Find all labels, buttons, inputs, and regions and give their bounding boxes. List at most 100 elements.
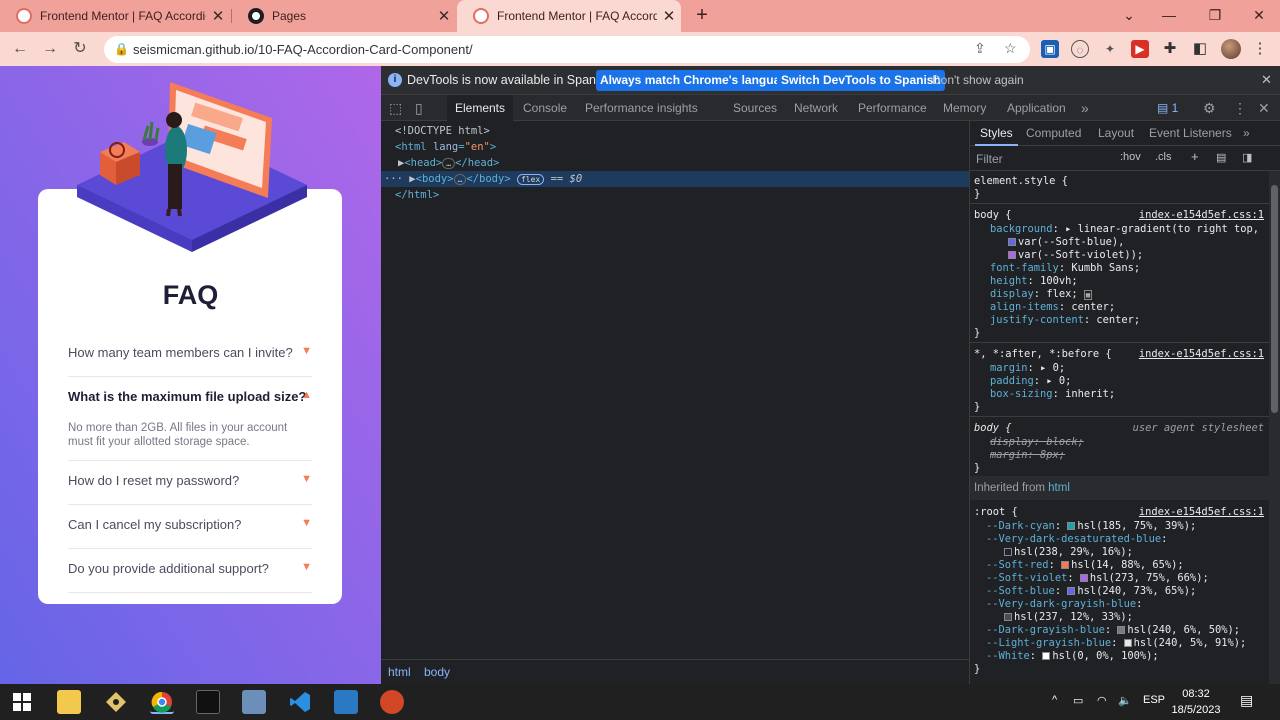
new-tab-icon[interactable]: + <box>690 4 714 28</box>
sidebar-toggle-icon[interactable]: ◨ <box>1242 151 1252 164</box>
browser-tab-active[interactable]: Frontend Mentor | FAQ Accordion Card ✕ <box>457 0 681 32</box>
faq-question-open[interactable]: What is the maximum file upload size? ▲ <box>68 389 312 404</box>
filter-input[interactable]: Filter <box>976 152 1003 166</box>
tab-styles[interactable]: Styles <box>975 121 1018 146</box>
css-variable[interactable]: --Dark-cyan: hsl(185, 75%, 39%); <box>986 520 1196 533</box>
minimize-icon[interactable]: — <box>1149 0 1189 32</box>
tab-elements[interactable]: Elements <box>447 95 513 121</box>
more-tabs-icon[interactable]: » <box>1081 95 1089 121</box>
breadcrumb-body[interactable]: body <box>424 665 450 679</box>
share-icon[interactable]: ⇪ <box>974 40 986 57</box>
browser-tab[interactable]: Frontend Mentor | FAQ Accordion Card ✕ <box>0 0 230 32</box>
css-declaration-overridden[interactable]: display: block; <box>990 436 1084 449</box>
volume-icon[interactable]: 🔈 <box>1118 694 1132 707</box>
more-tabs-icon[interactable]: » <box>1243 121 1250 146</box>
address-bar[interactable]: 🔒 seismicman.github.io/10-FAQ-Accordion-… <box>104 36 1030 63</box>
paint-icon[interactable]: ▤ <box>1216 151 1226 164</box>
css-variable[interactable]: --Soft-red: hsl(14, 88%, 65%); <box>986 559 1184 572</box>
close-tab-icon[interactable]: ✕ <box>657 7 681 25</box>
tab-performance[interactable]: Performance <box>858 95 927 121</box>
issues-badge[interactable]: ▤ 1 <box>1157 95 1178 121</box>
chrome-icon[interactable] <box>150 690 174 714</box>
dom-node-html[interactable]: <html lang="en"> <box>381 139 969 155</box>
tab-sources[interactable]: Sources <box>733 95 777 121</box>
extension-icon[interactable]: ▶ <box>1131 40 1149 58</box>
tab-performance-insights[interactable]: Performance insights <box>585 95 698 121</box>
bookmark-star-icon[interactable]: ☆ <box>1004 40 1017 57</box>
css-declaration[interactable]: align-items: center; <box>990 301 1115 314</box>
calculator-icon[interactable] <box>242 690 266 714</box>
dom-node-body-selected[interactable]: ··· ▶<body>… </body> flex == $0 <box>381 171 969 187</box>
css-declaration[interactable]: display: flex; ▦ <box>990 288 1093 301</box>
restore-icon[interactable]: ❐ <box>1195 0 1235 32</box>
file-explorer-icon[interactable] <box>57 690 81 714</box>
css-declaration[interactable]: background: ▸ linear-gradient(to right t… <box>990 223 1259 236</box>
git-icon[interactable] <box>104 690 128 714</box>
chevron-up-icon[interactable]: ^ <box>1052 694 1057 706</box>
faq-question[interactable]: Do you provide additional support? ▼ <box>68 561 312 576</box>
settings-gear-icon[interactable]: ⚙ <box>1203 95 1216 121</box>
css-declaration[interactable]: height: 100vh; <box>990 275 1078 288</box>
flex-badge[interactable]: flex <box>516 174 545 185</box>
close-infobar-icon[interactable]: ✕ <box>1261 72 1272 88</box>
inspect-element-icon[interactable]: ⬚ <box>389 95 402 121</box>
vscode-icon[interactable] <box>288 690 312 714</box>
css-variable[interactable]: --Very-dark-grayish-blue: <box>986 598 1142 611</box>
css-declaration[interactable]: box-sizing: inherit; <box>990 388 1115 401</box>
windows-start-icon[interactable] <box>10 690 34 714</box>
tab-memory[interactable]: Memory <box>943 95 986 121</box>
tab-search-chevron-icon[interactable]: ⌄ <box>1109 0 1149 32</box>
dom-node-doctype[interactable]: <!DOCTYPE html> <box>381 123 969 139</box>
customize-kebab-icon[interactable]: ⋮ <box>1233 95 1247 121</box>
tab-event-listeners[interactable]: Event Listeners <box>1149 121 1232 146</box>
extension-icon[interactable]: ▣ <box>1041 40 1059 58</box>
hover-state-toggle[interactable]: :hov <box>1120 151 1141 163</box>
close-window-icon[interactable]: ✕ <box>1239 0 1279 32</box>
battery-icon[interactable]: ▭ <box>1073 694 1083 707</box>
terminal-icon[interactable] <box>196 690 220 714</box>
source-link[interactable]: index-e154d5ef.css:1 <box>1139 209 1264 221</box>
side-panel-icon[interactable]: ◧ <box>1191 40 1209 58</box>
back-icon[interactable]: ← <box>8 37 32 61</box>
css-declaration[interactable]: padding: ▸ 0; <box>990 375 1071 388</box>
class-toggle[interactable]: .cls <box>1155 151 1172 163</box>
css-variable[interactable]: --Dark-grayish-blue: hsl(240, 6%, 50%); <box>986 624 1240 637</box>
css-variable[interactable]: --Soft-violet: hsl(273, 75%, 66%); <box>986 572 1209 585</box>
dom-node-head[interactable]: ▶<head>… </head> <box>381 155 969 171</box>
flex-editor-icon[interactable]: ▦ <box>1083 290 1093 300</box>
css-declaration[interactable]: margin: ▸ 0; <box>990 362 1065 375</box>
puzzle-extensions-icon[interactable]: ✚ <box>1161 40 1179 58</box>
powerpoint-icon[interactable] <box>380 690 404 714</box>
browser-tab[interactable]: Pages ✕ <box>232 0 456 32</box>
tab-console[interactable]: Console <box>523 95 567 121</box>
new-rule-icon[interactable]: + <box>1191 149 1199 164</box>
match-language-button[interactable]: Always match Chrome's language <box>596 70 799 91</box>
source-link[interactable]: index-e154d5ef.css:1 <box>1139 506 1264 518</box>
device-toolbar-icon[interactable]: ▯ <box>415 95 423 121</box>
close-tab-icon[interactable]: ✕ <box>432 7 456 25</box>
css-declaration[interactable]: justify-content: center; <box>990 314 1140 327</box>
scrollbar-thumb[interactable] <box>1271 185 1278 413</box>
wifi-icon[interactable]: ◠ <box>1097 694 1107 707</box>
css-declaration[interactable]: font-family: Kumbh Sans; <box>990 262 1140 275</box>
tab-network[interactable]: Network <box>794 95 838 121</box>
language-indicator[interactable]: ESP <box>1143 694 1165 706</box>
faq-question[interactable]: Can I cancel my subscription? ▼ <box>68 517 312 532</box>
css-variable[interactable]: --Soft-blue: hsl(240, 73%, 65%); <box>986 585 1196 598</box>
breadcrumb-html[interactable]: html <box>388 665 411 679</box>
css-declaration-overridden[interactable]: margin: 8px; <box>990 449 1065 462</box>
system-clock[interactable]: 08:32 18/5/2023 <box>1166 686 1226 718</box>
faq-question[interactable]: How do I reset my password? ▼ <box>68 473 312 488</box>
css-variable[interactable]: --White: hsl(0, 0%, 100%); <box>986 650 1159 663</box>
tab-computed[interactable]: Computed <box>1026 121 1081 146</box>
profile-avatar[interactable] <box>1221 39 1241 59</box>
switch-spanish-button[interactable]: Switch DevTools to Spanish <box>777 70 945 91</box>
faq-question[interactable]: How many team members can I invite? ▼ <box>68 345 312 360</box>
dont-show-again-button[interactable]: Don't show again <box>928 70 1028 91</box>
source-link[interactable]: index-e154d5ef.css:1 <box>1139 348 1264 360</box>
tab-layout[interactable]: Layout <box>1098 121 1134 146</box>
close-devtools-icon[interactable]: ✕ <box>1258 95 1270 121</box>
notifications-icon[interactable]: ▤ <box>1240 692 1253 709</box>
reload-icon[interactable]: ↻ <box>68 37 92 61</box>
forward-icon[interactable]: → <box>38 37 62 61</box>
